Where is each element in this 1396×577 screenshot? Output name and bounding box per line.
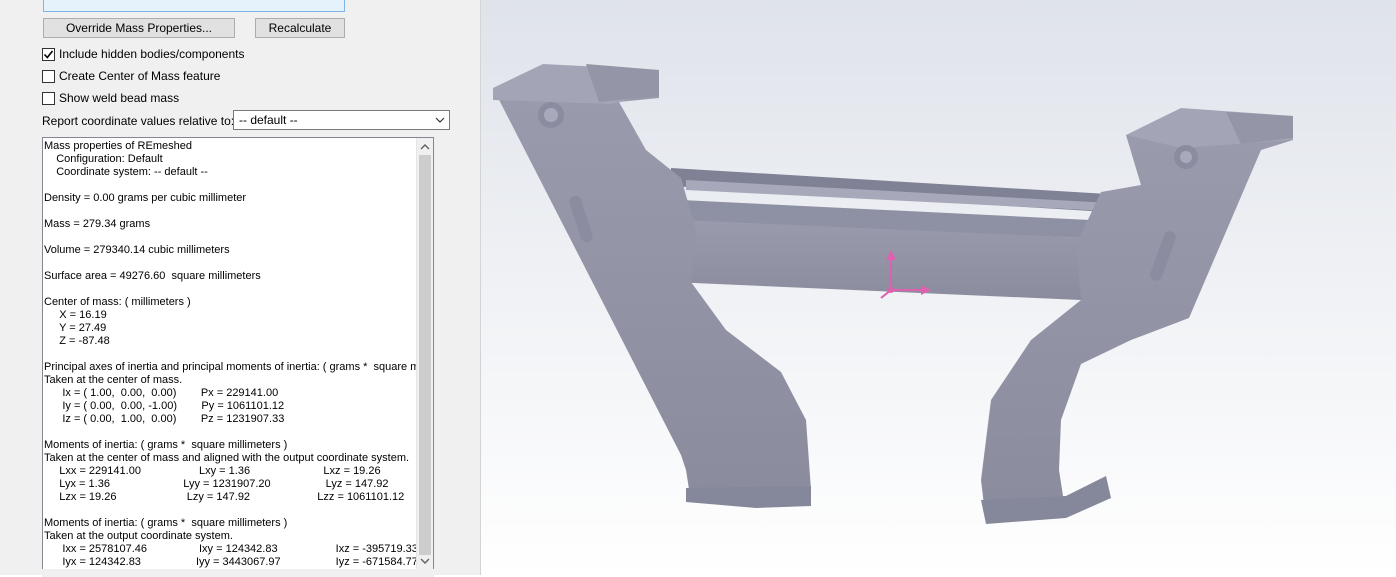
results-line: Center of mass: ( millimeters ): [44, 296, 191, 308]
results-line: Lyx = 1.36 Lyy = 1231907.20 Lyz = 147.92: [44, 478, 389, 490]
chevron-down-icon: [435, 117, 445, 123]
results-vertical-scrollbar[interactable]: [416, 138, 433, 576]
results-line: Iy = ( 0.00, 0.00, -1.00) Py = 1061101.1…: [44, 400, 285, 412]
results-line: Configuration: Default: [44, 153, 163, 165]
create-com-option[interactable]: Create Center of Mass feature: [42, 69, 220, 83]
results-line: [44, 179, 418, 192]
create-com-label: Create Center of Mass feature: [59, 69, 221, 83]
include-hidden-label: Include hidden bodies/components: [59, 47, 245, 61]
results-line: Ixx = 2578107.46 Ixy = 124342.83 Ixz = -…: [44, 543, 418, 555]
results-line: [44, 231, 418, 244]
results-line: Mass properties of REmeshed: [44, 140, 192, 152]
results-line: [44, 205, 418, 218]
results-line: Ix = ( 1.00, 0.00, 0.00) Px = 229141.00: [44, 387, 279, 399]
results-line: Moments of inertia: ( grams * square mil…: [44, 517, 288, 529]
results-line: Mass = 279.34 grams: [44, 218, 151, 230]
results-line: Coordinate system: -- default --: [44, 166, 208, 178]
results-line: Taken at the center of mass and aligned …: [44, 452, 410, 464]
results-line: Taken at the output coordinate system.: [44, 530, 233, 542]
scroll-down-icon[interactable]: [420, 556, 430, 566]
results-line: Moments of inertia: ( grams * square mil…: [44, 439, 288, 451]
results-line: Z = -87.48: [44, 335, 110, 347]
results-line: Density = 0.00 grams per cubic millimete…: [44, 192, 247, 204]
results-line: Y = 27.49: [44, 322, 107, 334]
results-line: [44, 257, 418, 270]
create-com-checkbox[interactable]: [42, 69, 55, 83]
mass-properties-panel: Override Mass Properties... Recalculate …: [0, 0, 481, 577]
selection-box[interactable]: [43, 0, 345, 12]
results-line: [44, 504, 418, 517]
results-line: [44, 348, 418, 361]
include-hidden-checkbox[interactable]: [42, 47, 55, 61]
override-mass-properties-button[interactable]: Override Mass Properties...: [43, 18, 235, 38]
weld-bead-label: Show weld bead mass: [59, 91, 180, 105]
coord-system-value: -- default --: [239, 113, 298, 127]
recalculate-button[interactable]: Recalculate: [255, 18, 345, 38]
results-textbox[interactable]: Mass properties of REmeshed Configuratio…: [42, 137, 434, 577]
results-line: X = 16.19: [44, 309, 107, 321]
results-line: Iz = ( 0.00, 1.00, 0.00) Pz = 1231907.33: [44, 413, 285, 425]
results-horizontal-scrollbar[interactable]: [42, 569, 434, 577]
results-line: Taken at the center of mass.: [44, 374, 183, 386]
weld-bead-checkbox[interactable]: [42, 91, 55, 105]
include-hidden-option[interactable]: Include hidden bodies/components: [42, 47, 244, 61]
results-line: [44, 283, 418, 296]
graphics-viewport[interactable]: [481, 0, 1396, 575]
coord-system-label: Report coordinate values relative to:: [42, 114, 235, 128]
weld-bead-option[interactable]: Show weld bead mass: [42, 91, 179, 105]
results-line: Surface area = 49276.60 square millimete…: [44, 270, 261, 282]
results-line: Lzx = 19.26 Lzy = 147.92 Lzz = 1061101.1…: [44, 491, 405, 503]
results-line: [44, 426, 418, 439]
checkmark-icon: [43, 50, 54, 59]
results-text: Mass properties of REmeshed Configuratio…: [44, 140, 418, 569]
results-line: Lxx = 229141.00 Lxy = 1.36 Lxz = 19.26: [44, 465, 381, 477]
results-line: Principal axes of inertia and principal …: [44, 361, 418, 373]
scroll-up-icon[interactable]: [420, 142, 430, 152]
part-model[interactable]: [481, 0, 1396, 575]
results-line: Volume = 279340.14 cubic millimeters: [44, 244, 230, 256]
scroll-thumb[interactable]: [419, 155, 431, 555]
coord-system-select[interactable]: -- default --: [233, 110, 450, 130]
results-line: Iyx = 124342.83 Iyy = 3443067.97 Iyz = -…: [44, 556, 418, 568]
